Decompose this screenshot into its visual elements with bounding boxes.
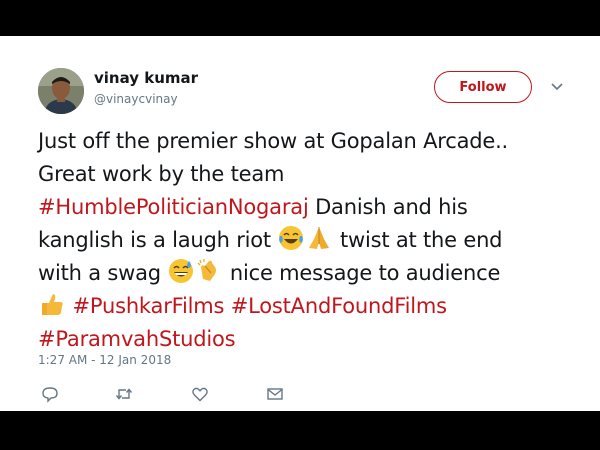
tweet-text-segment: Great work by the team [38, 162, 285, 186]
follow-button[interactable]: Follow [434, 71, 532, 103]
tweet-text-segment: nice message to audience [229, 261, 501, 285]
user-handle[interactable]: @vinaycvinay [94, 92, 178, 106]
hashtag-link[interactable]: #ParamvahStudios [38, 327, 236, 351]
reply-icon[interactable] [41, 385, 59, 403]
envelope-icon[interactable] [266, 385, 284, 403]
letterbox-top [0, 0, 600, 36]
folded-hands-emoji-icon [309, 227, 330, 249]
tweet-line: #PushkarFilms #LostAndFoundFilms [38, 290, 578, 323]
timestamp[interactable]: 1:27 AM - 12 Jan 2018 [38, 353, 171, 367]
tears-of-joy-emoji-icon [279, 226, 304, 250]
thumbs-up-emoji-icon [42, 294, 63, 315]
heart-icon[interactable] [191, 385, 209, 403]
grinning-sweat-emoji-icon [169, 259, 194, 283]
chevron-down-icon[interactable] [550, 82, 564, 92]
tweet-line: kanglish is a laugh riot twist at the en… [38, 224, 578, 257]
hashtag-link[interactable]: #PushkarFilms [72, 294, 224, 318]
tweet-text-segment: Just off the premier show at Gopalan Arc… [38, 129, 509, 153]
clapping-hands-emoji-icon [197, 259, 217, 281]
tweet-actions [0, 385, 600, 403]
tweet-text-segment: with a swag [38, 261, 161, 285]
tweet-text-segment: twist at the end [339, 228, 503, 252]
avatar[interactable] [38, 68, 84, 114]
tweet-line: Great work by the team [38, 158, 578, 191]
tweet-line: with a swag nice message to audience [38, 257, 578, 290]
tweet-text-segment: kanglish is a laugh riot [38, 228, 271, 252]
user-name[interactable]: vinay kumar [94, 69, 198, 87]
tweet-card: vinay kumar @vinaycvinay Follow Just off… [0, 36, 600, 411]
letterbox-bottom [0, 411, 600, 450]
tweet-line: #HumblePoliticianNogaraj Danish and his [38, 191, 578, 224]
retweet-icon[interactable] [115, 385, 133, 403]
hashtag-link[interactable]: #HumblePoliticianNogaraj [38, 195, 309, 219]
hashtag-link[interactable]: #LostAndFoundFilms [231, 294, 447, 318]
tweet-line: Just off the premier show at Gopalan Arc… [38, 125, 578, 158]
tweet-text-segment: Danish and his [308, 195, 468, 219]
tweet-line: #ParamvahStudios [38, 323, 578, 356]
tweet-text: Just off the premier show at Gopalan Arc… [38, 125, 578, 356]
